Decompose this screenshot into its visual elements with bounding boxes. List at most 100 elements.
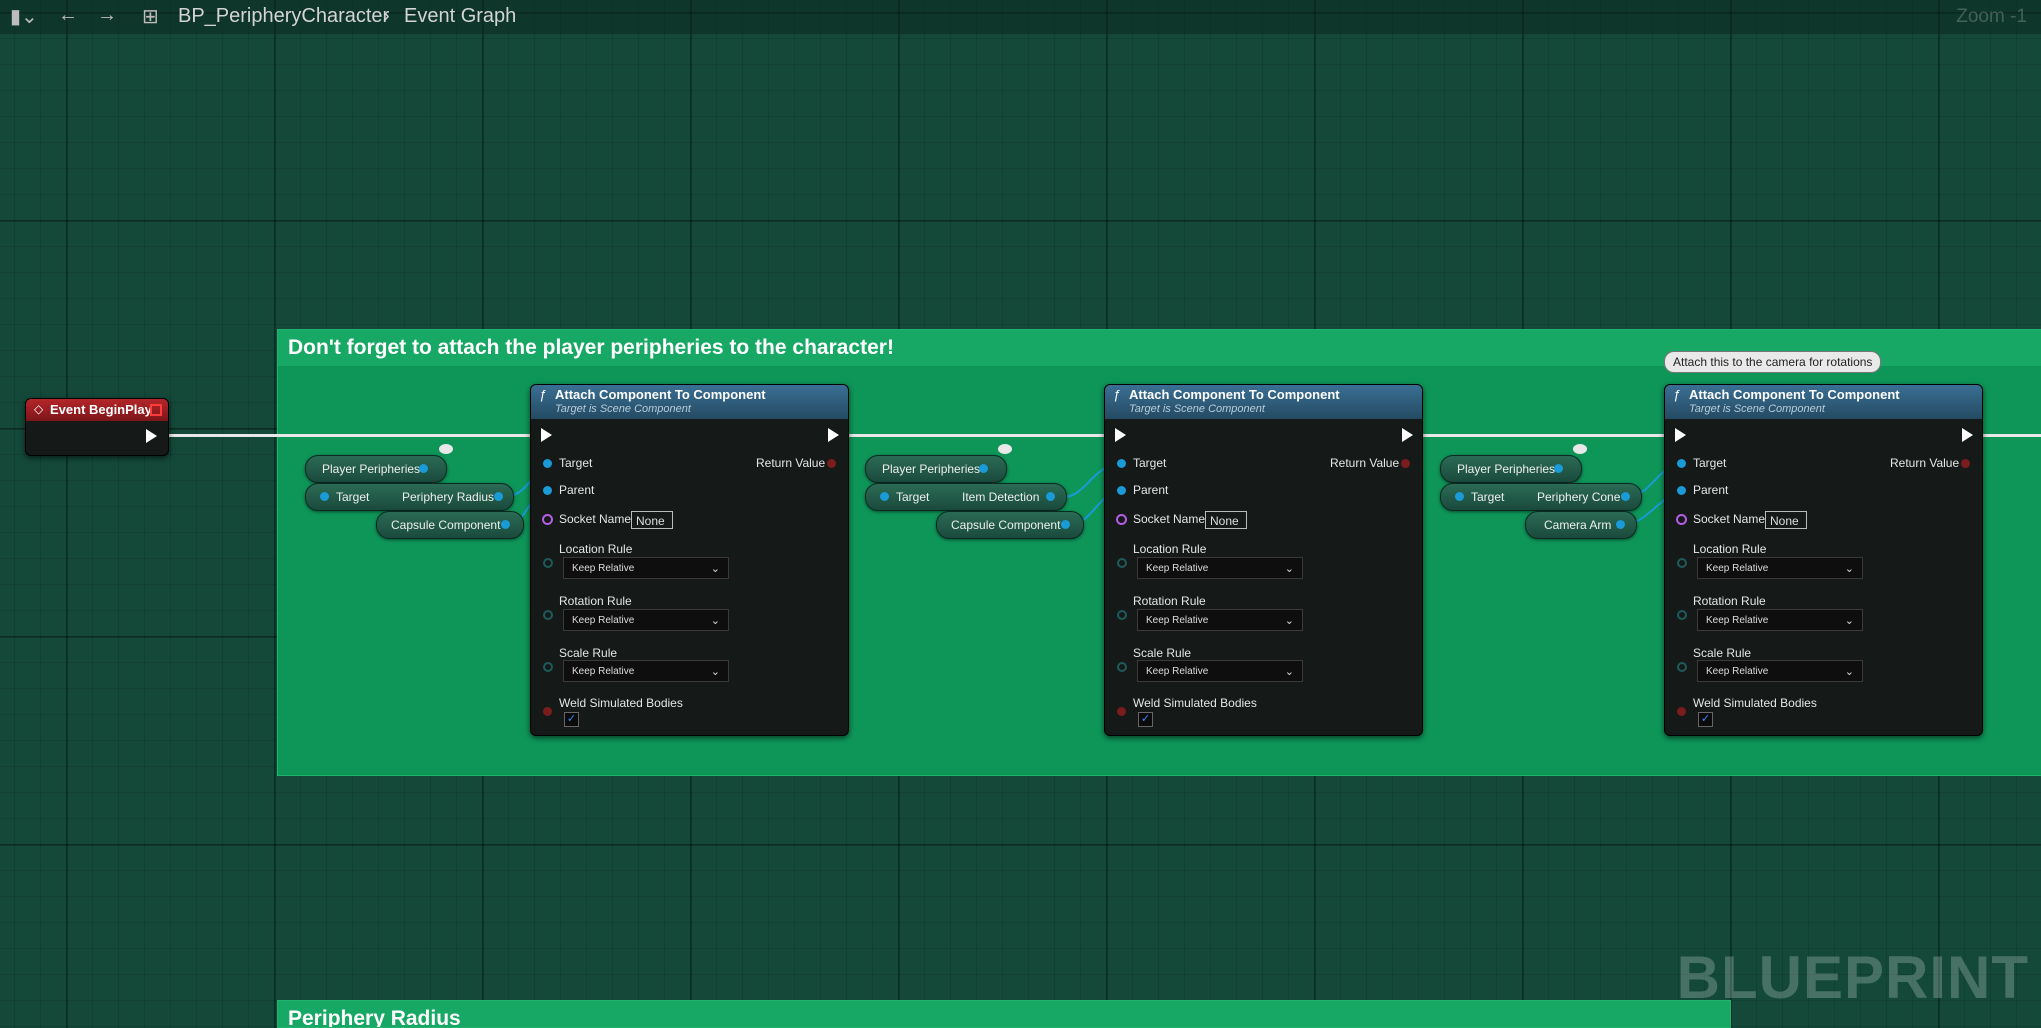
capsule-component-getter[interactable]: Capsule Component bbox=[936, 511, 1084, 539]
getter-out-pin[interactable] bbox=[1061, 520, 1070, 529]
location-rule-dropdown[interactable]: Keep Relative ⌄ bbox=[563, 557, 729, 579]
target-label: Target bbox=[896, 490, 930, 504]
capsule-component-getter[interactable]: Capsule Component bbox=[376, 511, 524, 539]
target-label: Target bbox=[336, 490, 370, 504]
exec-in-pin[interactable] bbox=[1675, 428, 1686, 442]
target-label: Target bbox=[1471, 490, 1505, 504]
weld-checkbox[interactable]: ✓ bbox=[1698, 712, 1713, 727]
parent-pin[interactable] bbox=[543, 486, 552, 495]
rotation-rule-pin[interactable] bbox=[1677, 610, 1687, 620]
getter-out-pin[interactable] bbox=[1621, 492, 1630, 501]
rotation-rule-pin[interactable] bbox=[1117, 610, 1127, 620]
attach-component-node[interactable]: ƒ Attach Component To Component Target i… bbox=[530, 384, 849, 736]
target-pin[interactable] bbox=[1677, 459, 1686, 468]
scale-rule-pin[interactable] bbox=[543, 662, 553, 672]
scale-rule-pin[interactable] bbox=[1117, 662, 1127, 672]
target-in-pin[interactable] bbox=[1455, 492, 1464, 501]
location-rule-dropdown[interactable]: Keep Relative ⌄ bbox=[1137, 557, 1303, 579]
getter-out-pin[interactable] bbox=[501, 520, 510, 529]
socket-name-pin[interactable] bbox=[542, 514, 553, 525]
rotation-rule-dropdown[interactable]: Keep Relative ⌄ bbox=[1697, 609, 1863, 631]
comment-bubble-icon[interactable] bbox=[1573, 444, 1587, 454]
weld-pin[interactable] bbox=[543, 707, 552, 716]
socket-name-input[interactable]: None bbox=[1765, 511, 1807, 529]
getter-out-pin[interactable] bbox=[1046, 492, 1055, 501]
node-subtitle: Target is Scene Component bbox=[1689, 403, 1825, 415]
return-value-pin[interactable] bbox=[827, 459, 836, 468]
comment-bubble-icon[interactable] bbox=[998, 444, 1012, 454]
parent-pin[interactable] bbox=[1677, 486, 1686, 495]
rotation-rule-dropdown[interactable]: Keep Relative ⌄ bbox=[1137, 609, 1303, 631]
node-comment-tooltip[interactable]: Attach this to the camera for rotations bbox=[1664, 351, 1882, 373]
event-node-title: Event BeginPlay bbox=[50, 402, 152, 417]
target-label: Target bbox=[1693, 456, 1727, 470]
dropdown-value: Keep Relative bbox=[1146, 563, 1209, 574]
dropdown-value: Keep Relative bbox=[1706, 563, 1769, 574]
scale-rule-dropdown[interactable]: Keep Relative ⌄ bbox=[1697, 660, 1863, 682]
return-value-pin[interactable] bbox=[1961, 459, 1970, 468]
comment-bubble-icon[interactable] bbox=[439, 444, 453, 454]
weld-pin[interactable] bbox=[1677, 707, 1686, 716]
socket-name-pin[interactable] bbox=[1676, 514, 1687, 525]
event-delegate-pin[interactable] bbox=[150, 404, 162, 416]
getter-label: Item Detection bbox=[962, 490, 1040, 504]
exec-in-pin[interactable] bbox=[1115, 428, 1126, 442]
scale-rule-pin[interactable] bbox=[1677, 662, 1687, 672]
getter-out-pin[interactable] bbox=[1616, 520, 1625, 529]
location-rule-label: Location Rule bbox=[1693, 542, 1767, 556]
weld-checkbox[interactable]: ✓ bbox=[1138, 712, 1153, 727]
getter-out-pin[interactable] bbox=[979, 464, 988, 473]
getter-label: Player Peripheries bbox=[882, 462, 981, 476]
target-in-pin[interactable] bbox=[320, 492, 329, 501]
getter-label: Player Peripheries bbox=[1457, 462, 1556, 476]
weld-label: Weld Simulated Bodies bbox=[559, 696, 683, 710]
parent-pin[interactable] bbox=[1117, 486, 1126, 495]
periphery-radius-getter[interactable]: Target Periphery Radius bbox=[305, 483, 514, 511]
dropdown-value: Keep Relative bbox=[1146, 666, 1209, 677]
socket-name-input[interactable]: None bbox=[1205, 511, 1247, 529]
exec-out-pin[interactable] bbox=[146, 429, 157, 443]
player-peripheries-getter[interactable]: Player Peripheries bbox=[1440, 455, 1582, 483]
target-in-pin[interactable] bbox=[880, 492, 889, 501]
rotation-rule-dropdown[interactable]: Keep Relative ⌄ bbox=[563, 609, 729, 631]
player-peripheries-getter[interactable]: Player Peripheries bbox=[865, 455, 1007, 483]
attach-component-node[interactable]: ƒ Attach Component To Component Target i… bbox=[1104, 384, 1423, 736]
location-rule-pin[interactable] bbox=[543, 558, 553, 568]
rotation-rule-pin[interactable] bbox=[543, 610, 553, 620]
weld-checkbox[interactable]: ✓ bbox=[564, 712, 579, 727]
item-detection-getter[interactable]: Target Item Detection bbox=[865, 483, 1067, 511]
parent-label: Parent bbox=[559, 483, 595, 497]
return-value-label: Return Value bbox=[1890, 456, 1960, 470]
exec-out-pin[interactable] bbox=[1962, 428, 1973, 442]
return-value-pin[interactable] bbox=[1401, 459, 1410, 468]
weld-label: Weld Simulated Bodies bbox=[1133, 696, 1257, 710]
periphery-cone-getter[interactable]: Target Periphery Cone bbox=[1440, 483, 1642, 511]
location-rule-dropdown[interactable]: Keep Relative ⌄ bbox=[1697, 557, 1863, 579]
chevron-down-icon: ⌄ bbox=[1284, 666, 1294, 678]
exec-in-pin[interactable] bbox=[541, 428, 552, 442]
socket-name-input[interactable]: None bbox=[631, 511, 673, 529]
scale-rule-label: Scale Rule bbox=[1133, 646, 1192, 660]
weld-pin[interactable] bbox=[1117, 707, 1126, 716]
getter-out-pin[interactable] bbox=[1554, 464, 1563, 473]
attach-component-node[interactable]: ƒ Attach Component To Component Target i… bbox=[1664, 384, 1983, 736]
scale-rule-dropdown[interactable]: Keep Relative ⌄ bbox=[563, 660, 729, 682]
exec-out-pin[interactable] bbox=[1402, 428, 1413, 442]
exec-out-pin[interactable] bbox=[828, 428, 839, 442]
rotation-rule-label: Rotation Rule bbox=[559, 594, 632, 608]
getter-out-pin[interactable] bbox=[419, 464, 428, 473]
target-pin[interactable] bbox=[543, 459, 552, 468]
camera-arm-getter[interactable]: Camera Arm bbox=[1525, 511, 1637, 539]
dropdown-value: Keep Relative bbox=[1706, 666, 1769, 677]
target-pin[interactable] bbox=[1117, 459, 1126, 468]
location-rule-pin[interactable] bbox=[1117, 558, 1127, 568]
socket-name-pin[interactable] bbox=[1116, 514, 1127, 525]
player-peripheries-getter[interactable]: Player Peripheries bbox=[305, 455, 447, 483]
location-rule-pin[interactable] bbox=[1677, 558, 1687, 568]
event-beginplay-node[interactable]: ◇ Event BeginPlay bbox=[25, 398, 169, 456]
scale-rule-label: Scale Rule bbox=[559, 646, 618, 660]
scale-rule-dropdown[interactable]: Keep Relative ⌄ bbox=[1137, 660, 1303, 682]
getter-label: Camera Arm bbox=[1544, 518, 1612, 532]
getter-out-pin[interactable] bbox=[494, 492, 503, 501]
socket-name-label: Socket Name bbox=[1693, 512, 1766, 526]
